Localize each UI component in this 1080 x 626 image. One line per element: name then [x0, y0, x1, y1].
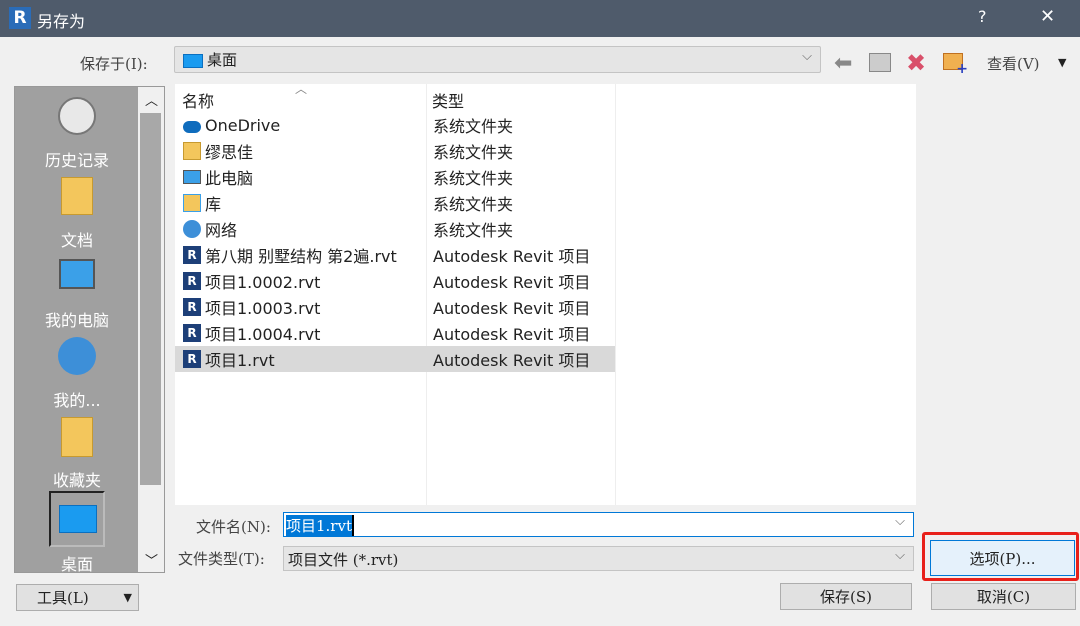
- file-row[interactable]: R 项目1.rvt Autodesk Revit 项目: [175, 346, 615, 372]
- new-folder-icon[interactable]: +: [943, 53, 968, 77]
- file-type: Autodesk Revit 项目: [433, 325, 591, 344]
- file-type: Autodesk Revit 项目: [433, 247, 591, 266]
- sidebar-item-network[interactable]: 我的...: [15, 337, 139, 415]
- file-name: 项目1.0003.rvt: [205, 299, 321, 318]
- revit-file-icon: R: [183, 272, 201, 290]
- file-type: Autodesk Revit 项目: [433, 351, 591, 370]
- sidebar-label: 历史记录: [44, 151, 109, 170]
- sort-ascending-icon: ︿: [295, 82, 308, 96]
- save-in-value: 桌面: [207, 51, 238, 69]
- desktop-icon: [59, 505, 97, 533]
- dropdown-arrow-icon: ▼: [123, 591, 132, 604]
- file-row[interactable]: OneDrive 系统文件夹: [175, 112, 615, 138]
- filename-label: 文件名(N):: [196, 518, 271, 536]
- revit-file-icon: R: [183, 324, 201, 342]
- filename-input[interactable]: 项目1.rvt ⌵: [283, 512, 914, 537]
- file-list[interactable]: ︿ 名称 类型 OneDrive 系统文件夹 缪思佳 系统文件夹 此电脑 系统文件夹库系统…: [175, 82, 916, 505]
- filetype-combo[interactable]: 项目文件 (*.rvt) ⌵: [283, 546, 914, 571]
- sidebar-item-my-computer[interactable]: 我的电脑: [15, 257, 139, 335]
- chevron-down-icon[interactable]: ⌵: [895, 514, 905, 529]
- help-button[interactable]: ?: [978, 7, 987, 26]
- sidebar-item-favorites[interactable]: 收藏夹: [15, 417, 139, 495]
- file-name: 库: [205, 195, 222, 214]
- sidebar-label: 文档: [60, 231, 93, 250]
- file-name: 缪思佳: [205, 143, 254, 162]
- desktop-icon: [183, 54, 203, 68]
- sidebar-scrollbar[interactable]: ︿ ﹀: [138, 87, 164, 572]
- file-name: 此电脑: [205, 169, 254, 188]
- sidebar-label: 收藏夹: [52, 471, 101, 490]
- file-row[interactable]: R 项目1.0002.rvt Autodesk Revit 项目: [175, 268, 615, 294]
- filename-value: 项目1.rvt: [286, 515, 354, 536]
- delete-icon[interactable]: ✖: [906, 49, 926, 77]
- file-name: OneDrive: [205, 115, 281, 135]
- save-button[interactable]: 保存(S): [780, 583, 912, 610]
- file-type: 系统文件夹: [433, 221, 514, 240]
- computer-icon: [59, 259, 95, 289]
- file-name: 项目1.0004.rvt: [205, 325, 321, 344]
- file-row[interactable]: 此电脑 系统文件夹: [175, 164, 615, 190]
- scroll-up-icon[interactable]: ︿: [145, 90, 158, 109]
- file-type: 系统文件夹: [433, 195, 514, 214]
- chevron-down-icon: ⌵: [895, 548, 905, 563]
- file-row[interactable]: 缪思佳 系统文件夹: [175, 138, 615, 164]
- revit-logo-icon: R: [9, 7, 31, 29]
- sidebar-label: 我的...: [53, 391, 101, 410]
- filetype-label: 文件类型(T):: [178, 550, 265, 568]
- computer-icon: [183, 170, 201, 184]
- file-row[interactable]: 网络 系统文件夹: [175, 216, 615, 242]
- column-header-type[interactable]: 类型: [432, 88, 464, 112]
- user-folder-icon: [183, 142, 201, 160]
- file-type: Autodesk Revit 项目: [433, 273, 591, 292]
- file-name: 项目1.rvt: [205, 351, 275, 370]
- file-row[interactable]: R 项目1.0003.rvt Autodesk Revit 项目: [175, 294, 615, 320]
- places-sidebar: 历史记录 文档 我的电脑 我的... 收藏夹 桌面 ︿ ﹀: [14, 86, 165, 574]
- back-icon[interactable]: ⬅: [834, 53, 852, 75]
- revit-file-icon: R: [183, 246, 201, 264]
- window-title: 另存为: [37, 12, 86, 31]
- file-type: 系统文件夹: [433, 117, 514, 136]
- file-name: 第八期 别墅结构 第2遍.rvt: [205, 247, 397, 266]
- filetype-value: 项目文件 (*.rvt): [288, 551, 399, 569]
- sidebar-item-desktop[interactable]: 桌面: [15, 491, 139, 574]
- library-icon: [183, 194, 201, 212]
- file-row[interactable]: R 项目1.0004.rvt Autodesk Revit 项目: [175, 320, 615, 346]
- chevron-down-icon: ⌵: [802, 49, 812, 64]
- onedrive-icon: [183, 120, 201, 133]
- file-name: 网络: [205, 221, 238, 240]
- file-type: Autodesk Revit 项目: [433, 299, 591, 318]
- view-menu[interactable]: 查看(V): [987, 53, 1040, 74]
- file-row[interactable]: R 第八期 别墅结构 第2遍.rvt Autodesk Revit 项目: [175, 242, 615, 268]
- history-icon: [58, 97, 96, 135]
- save-in-label: 保存于(I):: [80, 55, 148, 73]
- file-type: 系统文件夹: [433, 169, 514, 188]
- scroll-thumb[interactable]: [140, 113, 161, 485]
- tools-button[interactable]: 工具(L) ▼: [16, 584, 139, 611]
- favorites-icon: [61, 417, 93, 457]
- up-folder-icon[interactable]: [869, 53, 891, 72]
- revit-file-icon: R: [183, 298, 201, 316]
- network-icon: [58, 337, 96, 375]
- file-row[interactable]: 库 系统文件夹: [175, 190, 615, 216]
- tools-label: 工具(L): [37, 589, 89, 607]
- column-header-name[interactable]: 名称: [182, 88, 214, 112]
- title-bar: R 另存为 ? ✕: [0, 0, 1080, 37]
- sidebar-item-documents[interactable]: 文档: [15, 177, 139, 255]
- revit-file-icon: R: [183, 350, 201, 368]
- sidebar-label: 我的电脑: [44, 311, 109, 330]
- network-icon: [183, 220, 201, 238]
- sidebar-label: 桌面: [60, 555, 93, 574]
- documents-icon: [61, 177, 93, 215]
- cancel-button[interactable]: 取消(C): [931, 583, 1076, 610]
- file-name: 项目1.0002.rvt: [205, 273, 321, 292]
- save-in-combo[interactable]: 桌面 ⌵: [174, 46, 821, 73]
- file-type: 系统文件夹: [433, 143, 514, 162]
- options-button[interactable]: 选项(P)...: [930, 540, 1075, 576]
- view-dropdown-icon[interactable]: ▼: [1058, 56, 1066, 69]
- scroll-down-icon[interactable]: ﹀: [145, 550, 158, 569]
- close-button[interactable]: ✕: [1040, 6, 1055, 27]
- sidebar-item-history[interactable]: 历史记录: [15, 95, 139, 173]
